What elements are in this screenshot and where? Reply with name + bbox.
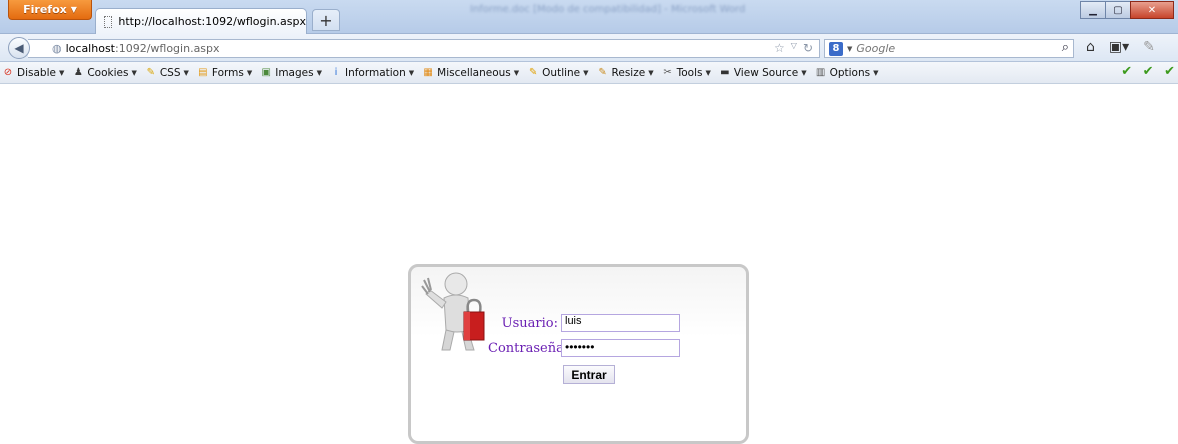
devbar-item-label: Tools [676, 66, 703, 79]
devbar-item-tools[interactable]: ✂ Tools ▼ [662, 66, 711, 79]
close-button[interactable]: ✕ [1130, 1, 1174, 19]
disable-icon: ⊘ [3, 67, 13, 78]
view-source-icon: ▬ [720, 67, 730, 78]
devbar-item-label: Images [275, 66, 314, 79]
back-arrow-icon: ◀ [14, 41, 24, 55]
devbar-item-label: Outline [542, 66, 581, 79]
navigation-bar: ◍ localhost:1092/wflogin.aspx ☆ ▽ ↻ ◀ 8 … [0, 34, 1178, 62]
chevron-down-icon: ▼ [408, 68, 415, 77]
devbar-item-label: Resize [611, 66, 646, 79]
search-icon[interactable]: ⌕ [1062, 40, 1069, 55]
history-dropdown-icon[interactable]: ▽ [791, 41, 797, 55]
chevron-down-icon: ▼ [246, 68, 253, 77]
devbar-item-cookies[interactable]: ♟ Cookies ▼ [72, 67, 137, 79]
devbar-item-label: View Source [733, 66, 799, 79]
devbar-item-label: Miscellaneous [437, 66, 511, 79]
devbar-item-images[interactable]: ▣ Images ▼ [260, 66, 322, 79]
options-icon: ▥ [815, 67, 826, 78]
bookmarks-menu-icon[interactable]: ▣▾ [1109, 39, 1129, 55]
devbar-item-css[interactable]: ✎ CSS ▼ [145, 67, 189, 79]
devbar-item-label: Options [829, 66, 871, 79]
chevron-down-icon: ▼ [847, 44, 853, 53]
forms-icon: ▤ [198, 67, 208, 78]
cookies-icon: ♟ [73, 67, 83, 78]
devbar-item-resize[interactable]: ✎ Resize ▼ [597, 66, 654, 79]
validation-check-icons: ✔ ✔ ✔ [1121, 64, 1178, 79]
close-icon: ✕ [1147, 4, 1157, 16]
reload-icon[interactable]: ↻ [803, 41, 813, 55]
minimize-icon: ▁ [1089, 4, 1097, 16]
title-bar: Firefox ▼ http://localhost:1092/wflogin.… [0, 0, 1178, 34]
chevron-down-icon: ▼ [316, 68, 322, 77]
maximize-button[interactable]: ▢ [1105, 1, 1131, 19]
devbar-item-label: Cookies [87, 66, 129, 79]
outline-icon: ✎ [528, 67, 538, 78]
devbar-item-label: CSS [159, 66, 181, 79]
firefox-menu-label: Firefox [23, 3, 67, 16]
user-with-lock-icon [421, 272, 485, 351]
chevron-down-icon: ▼ [513, 68, 520, 77]
minimize-button[interactable]: ▁ [1080, 1, 1106, 19]
url-path: :1092/wflogin.aspx [115, 42, 220, 55]
resize-icon: ✎ [598, 67, 607, 78]
maximize-icon: ▢ [1113, 4, 1123, 16]
devbar-item-forms[interactable]: ▤ Forms ▼ [197, 67, 252, 79]
chevron-down-icon: ▼ [70, 5, 77, 14]
chevron-down-icon: ▼ [183, 68, 189, 77]
search-box[interactable]: 8 ▼ ⌕ [824, 39, 1074, 58]
devbar-item-view-source[interactable]: ▬ View Source ▼ [719, 66, 807, 79]
devbar-item-options[interactable]: ▥ Options ▼ [815, 67, 879, 79]
bookmark-star-icon[interactable]: ☆ [774, 41, 785, 55]
window-title: Informe.doc [Modo de compatibilidad] - M… [470, 4, 746, 15]
globe-icon: ◍ [52, 42, 62, 55]
url-bar[interactable]: ◍ localhost:1092/wflogin.aspx ☆ ▽ ↻ [28, 39, 820, 58]
plus-icon: + [319, 10, 333, 30]
css-icon: ✎ [146, 67, 156, 78]
chevron-down-icon: ▼ [131, 68, 137, 77]
home-icon[interactable]: ⌂ [1086, 39, 1095, 55]
username-label: Usuario: [501, 315, 558, 331]
chevron-down-icon: ▼ [583, 68, 589, 77]
password-row: Contraseña: ••••••• [488, 339, 680, 357]
window-controls: ▁ ▢ ✕ [1080, 1, 1174, 19]
password-input[interactable]: ••••••• [561, 339, 680, 357]
chevron-down-icon: ▼ [648, 68, 654, 77]
login-button[interactable]: Entrar [563, 365, 615, 384]
google-icon[interactable]: 8 [829, 41, 843, 56]
blank-page-icon [104, 15, 113, 28]
web-developer-toolbar: ⊘ Disable ▼ ♟ Cookies ▼ ✎ CSS ▼ ▤ Forms ▼ ▣ Images ▼ i I… [0, 62, 1178, 84]
new-tab-button[interactable]: + [312, 9, 340, 31]
devbar-item-information[interactable]: i Information ▼ [330, 66, 415, 79]
devbar-item-label: Information [344, 66, 406, 79]
addon-icon[interactable]: ✎ [1143, 39, 1155, 55]
devbar-item-label: Disable [17, 66, 56, 79]
back-button[interactable]: ◀ [8, 37, 30, 59]
url-host: localhost [65, 42, 115, 55]
chevron-down-icon: ▼ [801, 68, 807, 77]
chevron-down-icon: ▼ [58, 68, 65, 77]
username-input[interactable]: luis [561, 314, 680, 332]
password-label: Contraseña: [488, 340, 569, 356]
devbar-item-miscellaneous[interactable]: ▦ Miscellaneous ▼ [422, 67, 519, 79]
images-icon: ▣ [261, 67, 271, 78]
chevron-down-icon: ▼ [705, 68, 711, 77]
information-icon: i [334, 67, 338, 78]
username-row: Usuario: luis [488, 314, 680, 332]
firefox-menu-button[interactable]: Firefox ▼ [8, 0, 92, 20]
devbar-item-disable[interactable]: ⊘ Disable ▼ [2, 66, 65, 79]
devbar-item-outline[interactable]: ✎ Outline ▼ [527, 66, 589, 79]
chevron-down-icon: ▼ [873, 68, 879, 77]
tab-title: http://localhost:1092/wflogin.aspx [118, 15, 306, 28]
tab-active[interactable]: http://localhost:1092/wflogin.aspx [95, 8, 307, 34]
devbar-item-label: Forms [211, 66, 244, 79]
tools-icon: ✂ [663, 67, 672, 78]
miscellaneous-icon: ▦ [423, 67, 433, 78]
search-input[interactable] [856, 42, 1037, 55]
